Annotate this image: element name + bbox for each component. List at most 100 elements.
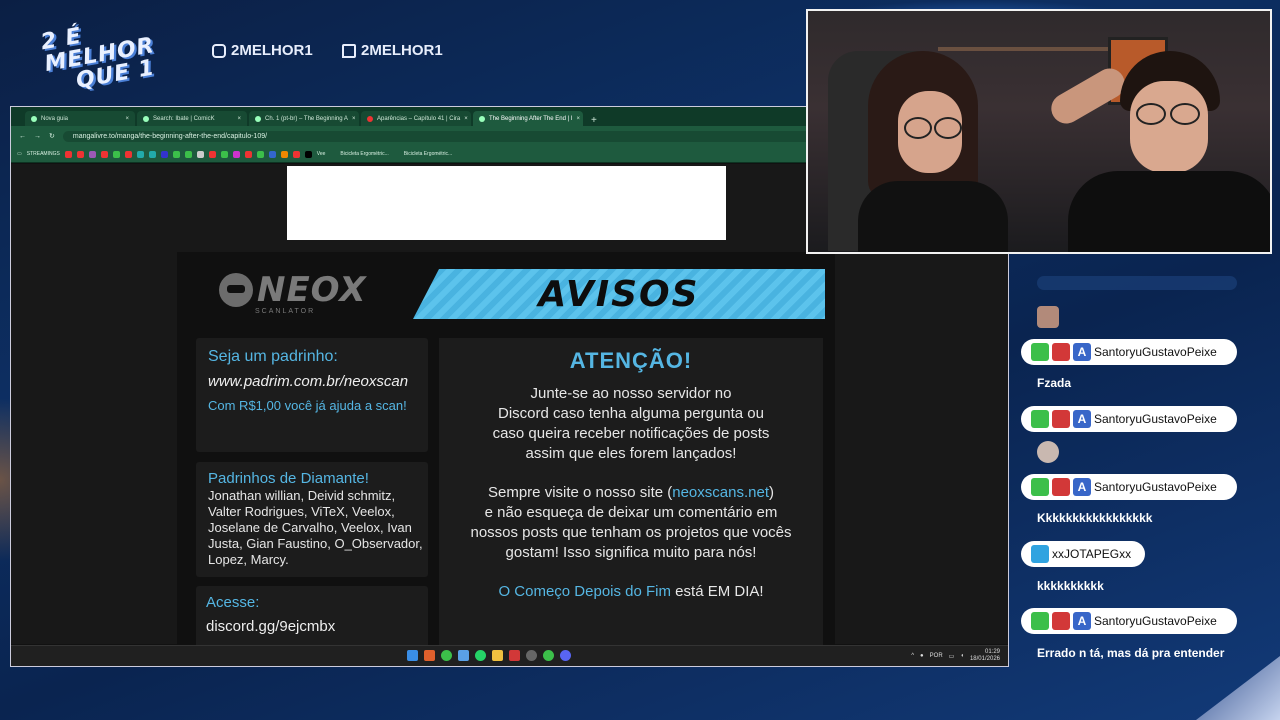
chrome-icon[interactable]: [441, 650, 452, 661]
app-icon[interactable]: [509, 650, 520, 661]
atencao-line: e não esqueça de deixar um comentário em: [484, 504, 778, 521]
bookmark-icon[interactable]: [136, 150, 144, 158]
body: [1068, 171, 1270, 252]
padrinho-url[interactable]: www.padrim.com.br/neoxscan: [208, 373, 408, 390]
browser-tab-active[interactable]: The Beginning After The End | I ×: [473, 111, 583, 126]
instagram-label: 2MELHOR1: [231, 42, 313, 59]
whatsapp-icon[interactable]: [475, 650, 486, 661]
browser-tab[interactable]: Aparências – Capítulo 41 | Cira ×: [361, 111, 471, 126]
close-icon[interactable]: ×: [352, 116, 356, 122]
atencao-line: gostam! Isso significa muito para nós!: [505, 544, 757, 561]
discord-icon[interactable]: [560, 650, 571, 661]
close-icon[interactable]: ×: [125, 116, 129, 122]
microphone-icon[interactable]: ●: [920, 653, 924, 659]
padrinho-card: Seja um padrinho: www.padrim.com.br/neox…: [196, 338, 428, 452]
bookmark-icon[interactable]: [208, 150, 216, 158]
obs-icon[interactable]: [526, 650, 537, 661]
streamer-right: [1028, 51, 1270, 252]
site-link[interactable]: neoxscans.net: [672, 484, 769, 501]
badge-icon: A: [1073, 410, 1091, 428]
notepad-icon[interactable]: [458, 650, 469, 661]
bookmark-icon[interactable]: [196, 150, 204, 158]
volume-icon[interactable]: ◖: [960, 653, 964, 659]
bookmark-item[interactable]: Vee: [317, 151, 326, 157]
bookmark-item[interactable]: Bicicleta Ergométric...: [404, 151, 452, 157]
close-icon[interactable]: ×: [577, 116, 581, 122]
system-tray: ^ ● POR ▭ ◖ 01:29 18/01/2026: [911, 649, 1000, 663]
bookmark-icon[interactable]: [244, 150, 252, 158]
username: SantoryuGustavoPeixe: [1094, 614, 1217, 628]
badge-icon: [1052, 343, 1070, 361]
bookmark-item[interactable]: STREAMINGS: [27, 151, 60, 157]
bookmark-icon[interactable]: [100, 150, 108, 158]
discord-link[interactable]: discord.gg/9ejcmbx: [206, 618, 335, 635]
browser-tab[interactable]: Nova guia ×: [25, 111, 135, 126]
close-icon[interactable]: ×: [237, 116, 241, 122]
bookmark-folder-icon: ▭: [17, 151, 22, 157]
webcam-feed: [806, 9, 1272, 254]
atencao-line: assim que eles forem lançados!: [525, 445, 737, 462]
clock-date: 18/01/2026: [969, 656, 1000, 662]
avisos-title: AVISOS: [538, 273, 700, 315]
manga-title-link[interactable]: O Começo Depois do Fim: [498, 583, 671, 600]
diamante-heading: Padrinhos de Diamante!: [208, 470, 369, 487]
brave-icon[interactable]: [424, 650, 435, 661]
atencao-title: ATENÇÃO!: [569, 348, 693, 373]
chrome-icon[interactable]: [543, 650, 554, 661]
browser-tab[interactable]: Search: Ibate | ComicK ×: [137, 111, 247, 126]
monitor-icon[interactable]: ▭: [949, 653, 955, 660]
clock[interactable]: 01:29 18/01/2026: [970, 649, 1000, 663]
chat-message: Kkkkkkkkkkkkkkkkk: [1037, 511, 1153, 525]
tab-favicon-icon: [479, 115, 485, 122]
crown-icon: [1031, 545, 1049, 563]
atencao-card: ATENÇÃO! Junte-se ao nosso servidor no D…: [439, 338, 823, 648]
streamer-left: [858, 51, 1008, 252]
bookmark-icon[interactable]: [160, 150, 168, 158]
language-indicator[interactable]: POR: [930, 653, 943, 659]
windows-start-icon[interactable]: [407, 650, 418, 661]
folder-icon[interactable]: [492, 650, 503, 661]
bookmark-icon[interactable]: [172, 150, 180, 158]
forward-icon[interactable]: →: [34, 133, 41, 140]
bookmark-icon[interactable]: [304, 150, 312, 158]
atencao-line: Junte-se ao nosso servidor no: [530, 385, 732, 402]
bookmark-icon[interactable]: [232, 150, 240, 158]
bookmark-icon[interactable]: [88, 150, 96, 158]
bookmark-icon[interactable]: [64, 150, 72, 158]
chat-message: kkkkkkkkkk: [1037, 579, 1104, 593]
bookmark-item[interactable]: Bicicleta Ergométric...: [340, 151, 388, 157]
badge-icon: [1052, 478, 1070, 496]
bookmark-icon[interactable]: [280, 150, 288, 158]
tab-label: The Beginning After The End | I: [489, 115, 573, 122]
reload-icon[interactable]: ↻: [49, 132, 55, 140]
bookmark-icon[interactable]: [220, 150, 228, 158]
bookmark-icon[interactable]: [292, 150, 300, 158]
back-icon[interactable]: ←: [19, 133, 26, 140]
chevron-up-icon[interactable]: ^: [911, 653, 914, 659]
bookmark-icon[interactable]: [256, 150, 264, 158]
bookmark-icon[interactable]: [76, 150, 84, 158]
browser-tab[interactable]: Ch. 1 (pt-br) – The Beginning A ×: [249, 111, 359, 126]
bookmark-icon[interactable]: [148, 150, 156, 158]
close-icon[interactable]: ×: [464, 116, 468, 122]
badge-icon: A: [1073, 612, 1091, 630]
atencao-paragraph-2: Sempre visite o nosso site (neoxscans.ne…: [439, 483, 823, 563]
twitch-handle: 2MELHOR1: [342, 42, 443, 59]
emote-icon: [1037, 441, 1059, 463]
atencao-line: ): [768, 484, 774, 501]
skull-icon: [219, 273, 253, 307]
face: [1130, 81, 1208, 173]
atencao-line: nossos posts que tenham os projetos que …: [470, 524, 792, 541]
taskbar-apps: [407, 650, 571, 661]
windows-taskbar: ^ ● POR ▭ ◖ 01:29 18/01/2026: [11, 645, 1008, 666]
badge-icon: A: [1073, 478, 1091, 496]
bookmark-icon[interactable]: [124, 150, 132, 158]
neox-name: NEOX: [257, 270, 367, 310]
badge-icon: [1052, 410, 1070, 428]
bookmark-icon[interactable]: [184, 150, 192, 158]
new-tab-button[interactable]: +: [585, 115, 603, 126]
bookmark-icon[interactable]: [112, 150, 120, 158]
bookmark-icon[interactable]: [268, 150, 276, 158]
glasses-icon: [1136, 103, 1166, 125]
atencao-line: Sempre visite o nosso site (: [488, 484, 673, 501]
